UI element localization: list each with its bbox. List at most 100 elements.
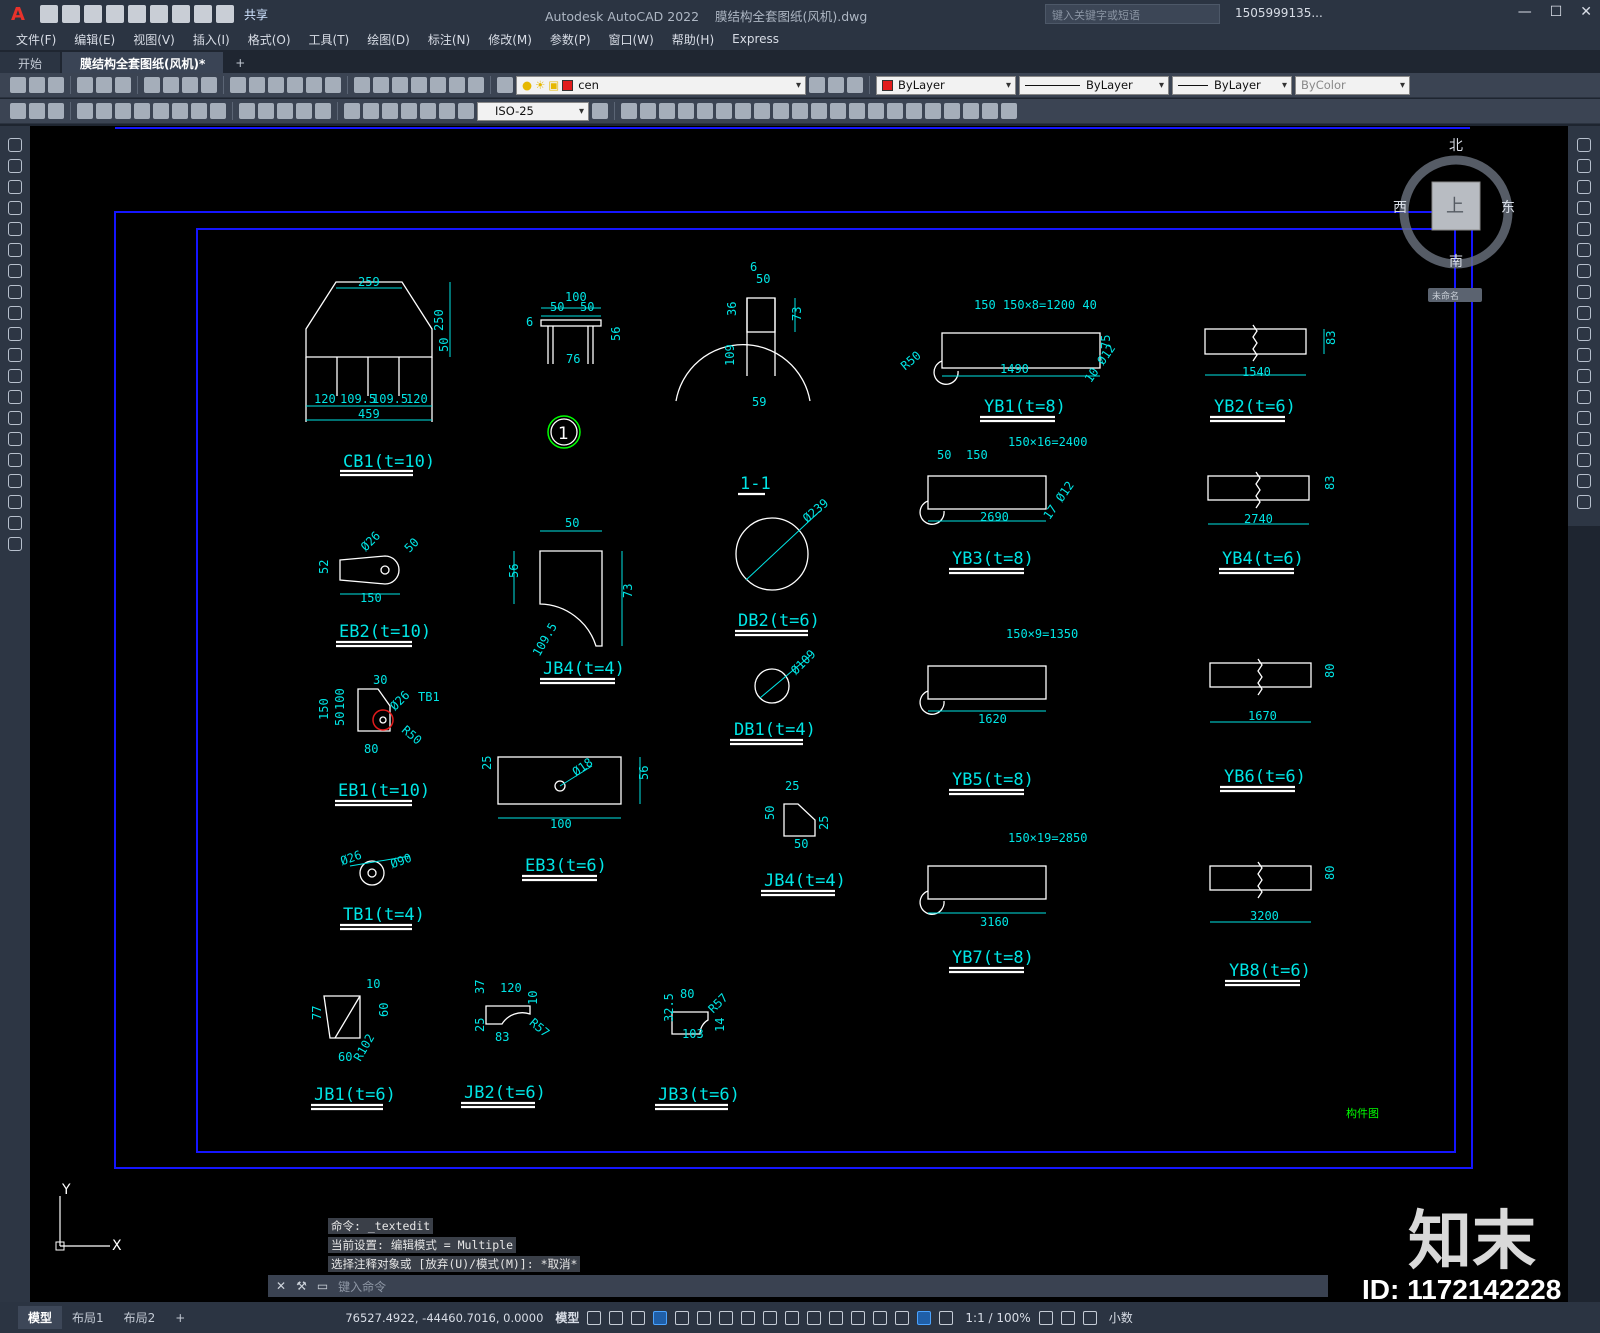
dim-aligned-icon[interactable] [96,103,112,119]
web-open-icon[interactable] [128,5,146,23]
hatch-icon[interactable] [8,432,22,446]
tab-start[interactable]: 开始 [0,52,61,73]
3d-array-icon[interactable] [1001,103,1017,119]
selection-cycling-icon[interactable] [807,1310,822,1325]
calculator-icon[interactable] [449,77,465,93]
3d-osnap-icon[interactable] [829,1310,844,1325]
auto-scale-icon[interactable] [939,1310,954,1325]
command-line[interactable]: ✕ ⚒ ▭ 键入命令 [268,1275,1328,1297]
move-icon[interactable] [1577,243,1591,257]
torus-icon[interactable] [735,103,751,119]
dim-linear-icon[interactable] [77,103,93,119]
layer-current-icon[interactable] [809,77,825,93]
copy-icon[interactable] [163,77,179,93]
slice-icon[interactable] [906,103,922,119]
color-dropdown[interactable]: ByLayer [876,75,1016,95]
polyline-icon[interactable] [8,180,22,194]
wblock-icon[interactable] [10,103,26,119]
array-icon[interactable] [1577,222,1591,236]
drawing-canvas[interactable]: .w { stroke: #ffffff; stroke-width: 1.3;… [30,126,1568,1302]
3d-rotate-icon[interactable] [963,103,979,119]
grid-icon[interactable] [587,1310,602,1325]
sheetset-icon[interactable] [411,77,427,93]
tab-drawing[interactable]: 膜结构全套图纸(风机)* [62,52,224,73]
dim-angular-icon[interactable] [210,103,226,119]
menu-item-1[interactable]: 编辑(E) [74,31,115,48]
viewcube-north[interactable]: 北 [1449,138,1463,154]
gizmo-icon[interactable] [895,1310,910,1325]
dimstyle-icon[interactable] [592,103,608,119]
menu-item-0[interactable]: 文件(F) [16,31,56,48]
box-icon[interactable] [621,103,637,119]
design-center-icon[interactable] [373,77,389,93]
zoom-window-icon[interactable] [306,77,322,93]
linetype-dropdown[interactable]: ByLayer [1019,75,1169,95]
search-input[interactable]: 键入关键字或短语 [1045,4,1220,24]
new-icon[interactable] [40,5,58,23]
blend-icon[interactable] [1577,474,1591,488]
polar-icon[interactable] [675,1310,690,1325]
sphere-icon[interactable] [678,103,694,119]
wedge-icon[interactable] [716,103,732,119]
erase-icon[interactable] [1577,138,1591,152]
model-space-toggle[interactable]: 模型 [555,1309,579,1326]
command-input[interactable]: 键入命令 [338,1278,386,1295]
pan-icon[interactable] [268,77,284,93]
publish-icon[interactable] [115,77,131,93]
minimize-icon[interactable]: — [1518,4,1532,20]
sweep-icon[interactable] [792,103,808,119]
help-icon[interactable] [468,77,484,93]
transparency-icon[interactable] [785,1310,800,1325]
lineweight-dropdown[interactable]: ByLayer [1172,75,1292,95]
menu-item-11[interactable]: 帮助(H) [672,31,714,48]
insert-block-icon[interactable] [8,369,22,383]
menu-item-5[interactable]: 工具(T) [309,31,350,48]
offset-icon[interactable] [1577,201,1591,215]
cut-icon[interactable] [144,77,160,93]
menu-item-6[interactable]: 绘图(D) [367,31,410,48]
isodraft-icon[interactable] [697,1310,712,1325]
share-button[interactable]: 共享 [244,6,268,23]
presspull-icon[interactable] [773,103,789,119]
dynamic-ucs-icon[interactable] [851,1310,866,1325]
menu-item-2[interactable]: 视图(V) [133,31,175,48]
break-icon[interactable] [1577,390,1591,404]
pyramid-icon[interactable] [697,103,713,119]
spline-icon[interactable] [8,306,22,320]
plotstyle-dropdown[interactable]: ByColor [1295,75,1410,95]
dim-space-icon[interactable] [296,103,312,119]
construction-line-icon[interactable] [8,159,22,173]
explode-icon[interactable] [1577,495,1591,509]
extend-icon[interactable] [1577,348,1591,362]
snap-icon[interactable] [609,1310,624,1325]
dim-arc-icon[interactable] [115,103,131,119]
cone-icon[interactable] [659,103,675,119]
plot-icon[interactable] [172,5,190,23]
plot-icon[interactable] [77,77,93,93]
save-icon[interactable] [84,5,102,23]
qnew-icon[interactable] [10,77,26,93]
dim-break-icon[interactable] [315,103,331,119]
tool-palette-icon[interactable] [392,77,408,93]
inspect-icon[interactable] [382,103,398,119]
redo-icon[interactable] [249,77,265,93]
wcs-menu[interactable]: 未命名 [1432,290,1459,302]
dim-continue-icon[interactable] [277,103,293,119]
region-icon[interactable] [8,474,22,488]
ortho-icon[interactable] [653,1310,668,1325]
open-icon[interactable] [29,77,45,93]
annotation-monitor-icon[interactable] [1060,1310,1075,1325]
loft-icon[interactable] [830,103,846,119]
menu-item-10[interactable]: 窗口(W) [609,31,654,48]
new-tab-icon[interactable]: + [225,53,255,73]
layout-tab-1[interactable]: 布局1 [62,1306,114,1329]
menu-item-12[interactable]: Express [732,32,779,46]
units-icon[interactable] [1082,1310,1097,1325]
menu-item-7[interactable]: 标注(N) [428,31,470,48]
mtext-icon[interactable] [8,516,22,530]
table-icon[interactable] [8,495,22,509]
properties-icon[interactable] [354,77,370,93]
revolve-icon[interactable] [811,103,827,119]
user-account[interactable]: 1505999135... [1235,6,1323,20]
web-save-icon[interactable] [150,5,168,23]
